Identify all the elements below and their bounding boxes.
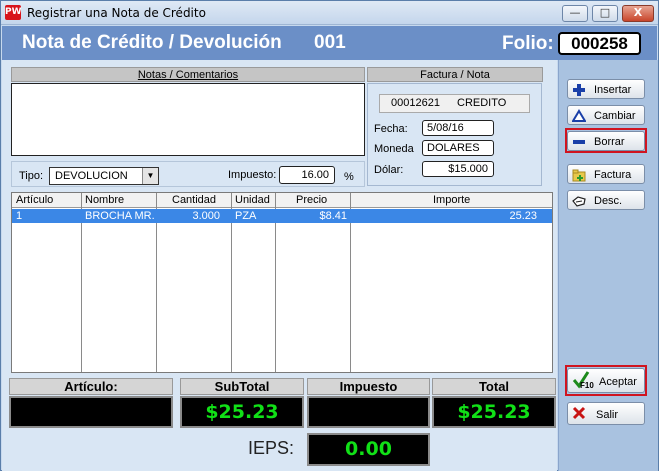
dolar-field[interactable]: $15.000 — [422, 161, 494, 177]
page-title: Nota de Crédito / Devolución — [22, 32, 282, 53]
notes-textarea[interactable] — [11, 83, 365, 156]
moneda-field[interactable]: DOLARES — [422, 140, 494, 156]
factura-label: Factura — [594, 169, 632, 181]
total-display: $25.23 — [432, 396, 556, 428]
insertar-button[interactable]: Insertar — [567, 79, 645, 99]
minimize-button[interactable]: — — [562, 5, 588, 22]
close-button[interactable]: X — [622, 5, 654, 22]
table-row[interactable]: 1 BROCHA MR. F 3.000 PZA $8.41 25.23 — [12, 209, 552, 223]
col-articulo[interactable]: Artículo — [16, 194, 53, 206]
table-header: Artículo Nombre Cantidad Unidad Precio I… — [12, 193, 552, 208]
subtotal-display: $25.23 — [180, 396, 304, 428]
col-nombre[interactable]: Nombre — [85, 194, 124, 206]
minus-icon — [573, 140, 585, 144]
window-title: Registrar una Nota de Crédito — [27, 6, 206, 20]
aceptar-label: Aceptar — [599, 376, 637, 388]
credit-note-window: PW Registrar una Nota de Crédito — □ X N… — [0, 0, 659, 471]
impuesto-rate-field[interactable]: 16.00 — [279, 166, 335, 184]
items-table[interactable]: Artículo Nombre Cantidad Unidad Precio I… — [11, 192, 553, 373]
notes-header: Notas / Comentarios — [11, 67, 365, 82]
impuesto-display — [307, 396, 430, 428]
col-cantidad[interactable]: Cantidad — [172, 194, 216, 206]
cell-precio: $8.41 — [319, 210, 347, 222]
triangle-icon — [572, 109, 586, 122]
header-band: Nota de Crédito / Devolución 001 Folio: … — [2, 26, 657, 60]
salir-button[interactable]: Salir — [567, 402, 645, 425]
note-number: 001 — [314, 32, 346, 53]
desc-button[interactable]: Desc. — [567, 190, 645, 210]
aceptar-button[interactable]: F10 Aceptar — [567, 368, 645, 393]
factura-type: CREDITO — [457, 97, 507, 109]
impuesto-total-label: Impuesto — [307, 378, 430, 395]
close-x-icon — [572, 406, 586, 420]
subtotal-label: SubTotal — [180, 378, 304, 395]
ieps-label: IEPS: — [248, 438, 295, 458]
tipo-value: DEVOLUCION — [55, 170, 128, 182]
maximize-button[interactable]: □ — [592, 5, 618, 22]
cell-articulo: 1 — [16, 210, 23, 222]
fecha-label: Fecha: — [374, 123, 408, 135]
tipo-select[interactable]: DEVOLUCION ▼ — [49, 167, 159, 185]
fecha-field[interactable]: 5/08/16 — [422, 120, 494, 136]
desc-label: Desc. — [594, 195, 623, 207]
title-bar: PW Registrar una Nota de Crédito — □ X — [1, 1, 658, 25]
moneda-label: Moneda — [374, 143, 414, 155]
notes-label: Notas / Comentarios — [137, 69, 239, 81]
folio-label: Folio: — [502, 33, 554, 54]
articulo-display — [9, 396, 173, 428]
total-label: Total — [432, 378, 556, 395]
percent-sign: % — [344, 171, 354, 183]
ieps-display: 0.00 — [307, 433, 430, 466]
insertar-label: Insertar — [594, 84, 632, 96]
hand-discount-icon — [572, 196, 586, 207]
plus-icon — [573, 84, 585, 96]
folio-field: 000258 — [558, 32, 641, 55]
col-importe[interactable]: Importe — [433, 194, 470, 206]
factura-header: Factura / Nota — [367, 67, 543, 82]
cambiar-button[interactable]: Cambiar — [567, 105, 645, 125]
cell-cantidad: 3.000 — [192, 210, 220, 222]
cell-nombre: BROCHA MR. F — [85, 210, 155, 222]
factura-reference: 00012621 CREDITO — [379, 94, 530, 113]
impuesto-rate-label: Impuesto: — [228, 169, 277, 181]
dolar-label: Dólar: — [374, 164, 404, 176]
col-precio[interactable]: Precio — [296, 194, 327, 206]
articulo-total-label: Artículo: — [9, 378, 173, 395]
cell-importe: 25.23 — [509, 210, 537, 222]
folder-add-icon — [572, 169, 586, 182]
f10-key-label: F10 — [580, 381, 594, 390]
tipo-label: Tipo: — [19, 170, 44, 182]
app-logo-icon: PW — [5, 5, 22, 20]
salir-label: Salir — [596, 409, 619, 421]
cell-unidad: PZA — [235, 210, 257, 222]
borrar-label: Borrar — [594, 136, 625, 148]
borrar-button[interactable]: Borrar — [567, 131, 645, 151]
col-unidad[interactable]: Unidad — [235, 194, 270, 206]
chevron-down-icon[interactable]: ▼ — [142, 168, 158, 184]
factura-button[interactable]: Factura — [567, 164, 645, 184]
factura-number: 00012621 — [391, 97, 440, 109]
cambiar-label: Cambiar — [594, 110, 636, 122]
